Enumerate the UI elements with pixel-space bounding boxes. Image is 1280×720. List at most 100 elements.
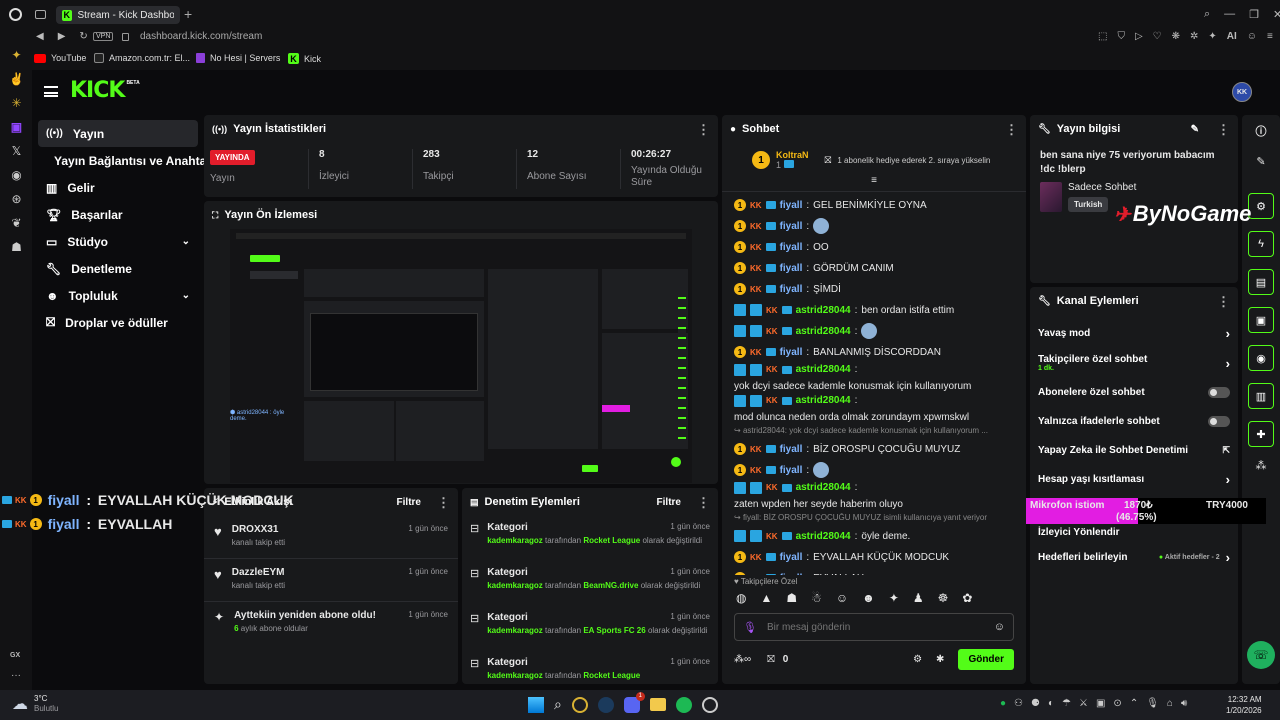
emote-icon[interactable]: ◍: [736, 591, 746, 605]
more-icon[interactable]: ···: [11, 670, 21, 681]
nav-item-droplar[interactable]: ⛝ Droplar ve ödüller: [38, 309, 198, 336]
nav-item-topluluk[interactable]: ☻ Topluluk ⌄: [38, 282, 198, 309]
settings-gear-icon[interactable]: ⚙: [913, 654, 922, 665]
action-goals[interactable]: Hedefleri belirleyin ● Aktif hedefler - …: [1030, 544, 1238, 570]
file-explorer-icon[interactable]: [649, 698, 666, 711]
twitch-icon[interactable]: ▣: [11, 120, 22, 134]
rail-lightning-icon[interactable]: ϟ: [1248, 231, 1274, 257]
tray-icon[interactable]: ⚇: [1014, 698, 1023, 709]
subscribers-only-toggle[interactable]: [1208, 387, 1230, 398]
rail-notes-icon[interactable]: ▤: [1248, 269, 1274, 295]
screenshot-icon[interactable]: ⬚: [1098, 31, 1107, 42]
action-ai-moderation[interactable]: Yapay Zeka ile Sohbet Denetimi ⇱: [1030, 436, 1238, 465]
nav-item-stream-key[interactable]: Yayın Bağlantısı ve Anahtarı: [38, 147, 214, 174]
collapse-icon[interactable]: ≡: [722, 175, 1026, 191]
sidebar-icon-8[interactable]: ❦: [11, 216, 21, 230]
help-chat-icon[interactable]: ☏: [1247, 641, 1275, 669]
spotify-taskbar-icon[interactable]: [675, 696, 692, 713]
opera-gx-taskbar-icon[interactable]: [571, 696, 588, 713]
chat-username[interactable]: fiyall: [780, 220, 803, 233]
chat-username[interactable]: fiyall: [780, 241, 803, 254]
chat-username[interactable]: astrid28044: [796, 394, 851, 407]
restore-icon[interactable]: ❐: [1249, 8, 1259, 21]
forward-icon[interactable]: ▶: [58, 31, 66, 42]
search-icon[interactable]: ⌕: [554, 696, 562, 713]
windows-start-icon[interactable]: [528, 696, 544, 713]
close-window-icon[interactable]: ✕: [1273, 8, 1280, 21]
rail-broadcast-icon[interactable]: ◉: [1248, 345, 1274, 371]
hamburger-icon[interactable]: [44, 86, 58, 97]
menu-icon[interactable]: ≡: [1267, 31, 1273, 42]
more-options-icon[interactable]: ⋮: [437, 496, 450, 509]
action-followers-only[interactable]: Takipçilere özel sohbet 1 dk. ›: [1030, 348, 1238, 378]
play-icon[interactable]: ▷: [1135, 31, 1143, 42]
workspaces-icon[interactable]: [35, 10, 46, 19]
moderation-filter-button[interactable]: Filtre: [657, 497, 681, 508]
more-options-icon[interactable]: ⋮: [697, 496, 710, 509]
action-slow-mode[interactable]: Yavaş mod ›: [1030, 319, 1238, 348]
user-avatar[interactable]: KK: [1232, 82, 1252, 102]
chat-username[interactable]: astrid28044: [796, 530, 851, 543]
chat-username[interactable]: fiyall: [780, 199, 803, 212]
rail-wrench-icon[interactable]: ✚: [1248, 421, 1274, 447]
stream-preview-video[interactable]: ⬢ astrid28044 : öyle deme.: [230, 229, 692, 483]
extension-icon[interactable]: ❋: [1172, 31, 1180, 42]
browser-tab-kick[interactable]: K Stream - Kick Dashboard: [56, 6, 180, 24]
action-account-age[interactable]: Hesap yaşı kısıtlaması ›: [1030, 465, 1238, 494]
mic-icon[interactable]: 🎙︎: [743, 621, 757, 634]
url-field[interactable]: dashboard.kick.com/stream: [140, 31, 262, 42]
emote-icon[interactable]: ☺: [836, 591, 848, 605]
nav-item-basarilar[interactable]: 🏆︎ Başarılar: [38, 201, 198, 228]
sidebar-gx-icon-2[interactable]: ✌: [9, 72, 24, 86]
extension3-icon[interactable]: ✦: [1208, 31, 1216, 42]
chat-username[interactable]: fiyall: [780, 551, 803, 564]
tray-mic-icon[interactable]: 🎙︎: [1146, 698, 1159, 709]
chevron-up-icon[interactable]: ⌃: [1130, 698, 1138, 709]
tray-icon[interactable]: ▣: [1096, 698, 1105, 709]
gx-label[interactable]: GX: [10, 652, 20, 659]
extension2-icon[interactable]: ✲: [1190, 31, 1198, 42]
chat-input[interactable]: [766, 621, 984, 633]
activity-filter-button[interactable]: Filtre: [397, 497, 421, 508]
nav-item-studyo[interactable]: ▭ Stüdyo ⌄: [38, 228, 198, 255]
rail-settings-icon[interactable]: ⚙: [1248, 193, 1274, 219]
edit-pencil-icon[interactable]: ✎: [1191, 124, 1199, 135]
new-tab-button[interactable]: +: [184, 6, 192, 22]
chat-username[interactable]: astrid28044: [796, 304, 851, 317]
profile-icon[interactable]: ☺: [1247, 31, 1257, 42]
network-icon[interactable]: ⌂: [1167, 698, 1173, 709]
nav-item-denetleme[interactable]: 🔧︎ Denetleme: [38, 255, 198, 282]
kick-logo[interactable]: KICK BETA: [70, 80, 140, 102]
chat-username[interactable]: astrid28044: [796, 325, 851, 338]
bookmark-kick[interactable]: K Kick: [288, 53, 321, 64]
info-icon[interactable]: ⓘ: [1256, 123, 1267, 143]
nav-item-yayin[interactable]: ((•)) Yayın: [38, 120, 198, 147]
spotify-icon[interactable]: ◉: [11, 168, 21, 182]
more-options-icon[interactable]: ⋮: [1217, 295, 1230, 308]
volume-icon[interactable]: 🔊︎: [1181, 698, 1187, 709]
emote-icon[interactable]: ☸: [938, 591, 949, 605]
edit-icon[interactable]: ✎: [1256, 155, 1265, 181]
vpn-badge[interactable]: VPN: [93, 32, 114, 41]
more-options-icon[interactable]: ⋮: [1217, 123, 1230, 136]
tray-icon[interactable]: ⚔: [1079, 698, 1088, 709]
discord-icon[interactable]: 1: [623, 691, 645, 713]
more-options-icon[interactable]: ⋮: [697, 123, 710, 136]
tray-icon[interactable]: ⚈: [1031, 698, 1040, 709]
emote-icon[interactable]: ♟: [913, 591, 924, 605]
chat-input-box[interactable]: 🎙︎ ☺: [734, 613, 1014, 641]
sidebar-icon-7[interactable]: ⊛: [11, 192, 21, 206]
chat-username[interactable]: fiyall: [780, 262, 803, 275]
app-taskbar-icon[interactable]: [701, 696, 718, 713]
nav-item-gelir[interactable]: ▥ Gelir: [38, 174, 198, 201]
aria-ai-icon[interactable]: AI: [1227, 31, 1237, 42]
heart-bookmark-icon[interactable]: ♡: [1153, 31, 1162, 42]
bookmark-youtube[interactable]: YouTube: [34, 53, 86, 63]
emote-icon[interactable]: ☻: [862, 591, 875, 605]
more-options-icon[interactable]: ⋮: [1005, 123, 1018, 136]
emote-icon[interactable]: ☃: [811, 591, 822, 605]
tray-steam-icon[interactable]: ⊙: [1113, 698, 1121, 709]
opera-logo-icon[interactable]: [9, 8, 22, 21]
chat-username[interactable]: astrid28044: [796, 363, 851, 376]
action-subscribers-only[interactable]: Abonelere özel sohbet: [1030, 378, 1238, 407]
